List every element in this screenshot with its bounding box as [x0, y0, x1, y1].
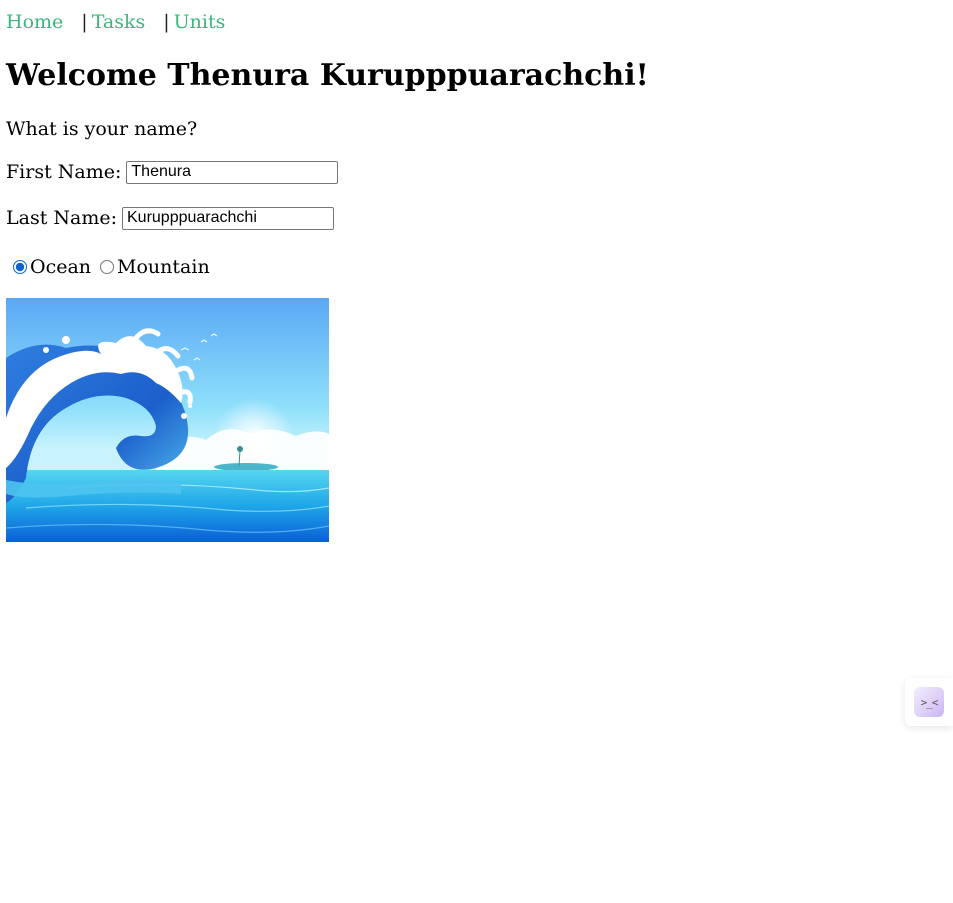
nav-link-tasks[interactable]: Tasks [92, 11, 146, 33]
nav-link-home[interactable]: Home [6, 11, 63, 33]
first-name-row: First Name: [6, 159, 339, 185]
assistant-face-icon: >_< [914, 687, 944, 717]
nav-separator: | [81, 11, 88, 33]
last-name-input[interactable] [122, 206, 334, 230]
mountain-radio-label[interactable]: Mountain [117, 254, 210, 280]
first-name-label: First Name: [6, 161, 122, 183]
nav-link-units[interactable]: Units [174, 11, 226, 33]
ocean-radio-label[interactable]: Ocean [30, 254, 91, 280]
last-name-row: Last Name: [6, 205, 334, 231]
last-name-label: Last Name: [6, 207, 117, 229]
nav-separator: | [163, 11, 170, 33]
first-name-input[interactable] [126, 160, 339, 184]
name-question: What is your name? [6, 118, 198, 140]
ocean-wave-image [6, 298, 329, 542]
scenery-choice: Ocean Mountain [6, 254, 212, 280]
page-title: Welcome Thenura Kurupppuarachchi! [6, 58, 649, 93]
assistant-widget-button[interactable]: >_< [905, 678, 953, 726]
mountain-radio[interactable] [100, 260, 115, 274]
top-nav: Home | Tasks | Units [6, 10, 225, 34]
ocean-radio[interactable] [13, 260, 27, 274]
